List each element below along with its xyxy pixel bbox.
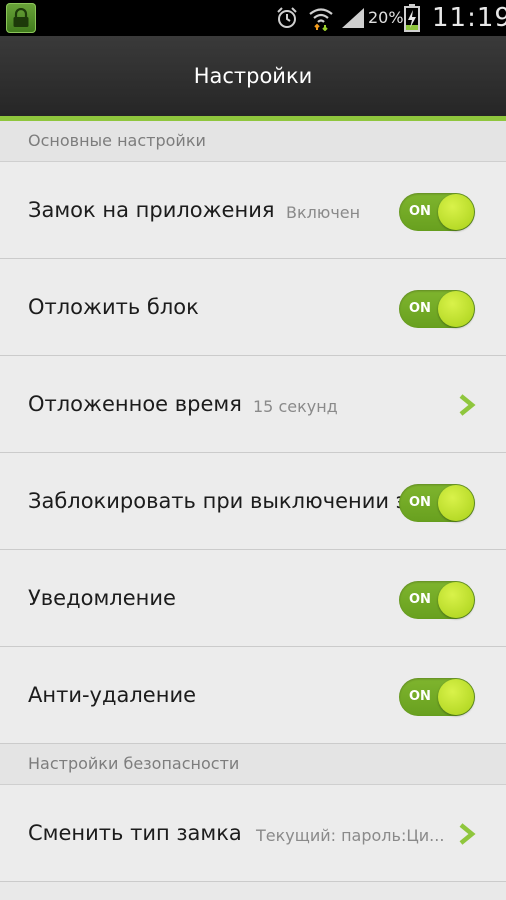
setting-app-lock[interactable]: Замок на приложения Включен ON — [0, 162, 506, 259]
page-title: Настройки — [193, 64, 313, 88]
toggle-knob — [438, 582, 474, 618]
setting-delay-time[interactable]: Отложенное время 15 секунд — [0, 356, 506, 453]
delay-lock-toggle[interactable]: ON — [399, 290, 475, 328]
wifi-icon — [309, 8, 333, 31]
setting-title: Отложить блок — [28, 295, 199, 319]
status-time: 11:19 — [432, 3, 506, 33]
setting-delay-lock[interactable]: Отложить блок ON — [0, 259, 506, 356]
section-header-label: Настройки безопасности — [28, 754, 240, 773]
toggle-label: ON — [409, 592, 431, 607]
setting-title: Анти-удаление — [28, 683, 197, 707]
lock-on-screen-off-toggle[interactable]: ON — [399, 484, 475, 522]
section-header-general: Основные настройки — [0, 121, 506, 162]
app-lock-icon — [6, 3, 36, 33]
status-bar: 20% 11:19 — [0, 0, 506, 36]
toggle-knob — [438, 291, 474, 327]
chevron-right-icon — [459, 394, 476, 416]
setting-title: Отложенное время — [28, 392, 242, 416]
alarm-icon — [277, 7, 297, 28]
setting-title: Замок на приложения — [28, 198, 275, 222]
battery-percent: 20% — [368, 8, 404, 27]
setting-summary: Текущий: пароль:Ци... — [256, 826, 445, 845]
setting-title: Заблокировать при выключении э — [28, 489, 408, 513]
toggle-label: ON — [409, 301, 431, 316]
setting-title: Уведомление — [28, 586, 176, 610]
notification-toggle[interactable]: ON — [399, 581, 475, 619]
setting-summary: 15 секунд — [253, 397, 338, 416]
battery-charging-icon — [404, 4, 420, 32]
chevron-right-icon — [459, 823, 476, 845]
app-lock-toggle[interactable]: ON — [399, 193, 475, 231]
setting-title: Сменить тип замка — [28, 821, 242, 845]
settings-list: Основные настройки Замок на приложения В… — [0, 121, 506, 882]
setting-anti-uninstall[interactable]: Анти-удаление ON — [0, 647, 506, 744]
setting-notification[interactable]: Уведомление ON — [0, 550, 506, 647]
setting-change-lock-type[interactable]: Сменить тип замка Текущий: пароль:Ци... — [0, 785, 506, 882]
section-header-security: Настройки безопасности — [0, 744, 506, 785]
toggle-label: ON — [409, 204, 431, 219]
anti-uninstall-toggle[interactable]: ON — [399, 678, 475, 716]
section-header-label: Основные настройки — [28, 131, 206, 150]
action-bar: Настройки — [0, 36, 506, 116]
toggle-label: ON — [409, 495, 431, 510]
toggle-knob — [438, 194, 474, 230]
setting-lock-on-screen-off[interactable]: Заблокировать при выключении э ON — [0, 453, 506, 550]
signal-icon — [342, 8, 364, 28]
setting-summary: Включен — [286, 203, 361, 222]
toggle-knob — [438, 679, 474, 715]
toggle-label: ON — [409, 689, 431, 704]
toggle-knob — [438, 485, 474, 521]
